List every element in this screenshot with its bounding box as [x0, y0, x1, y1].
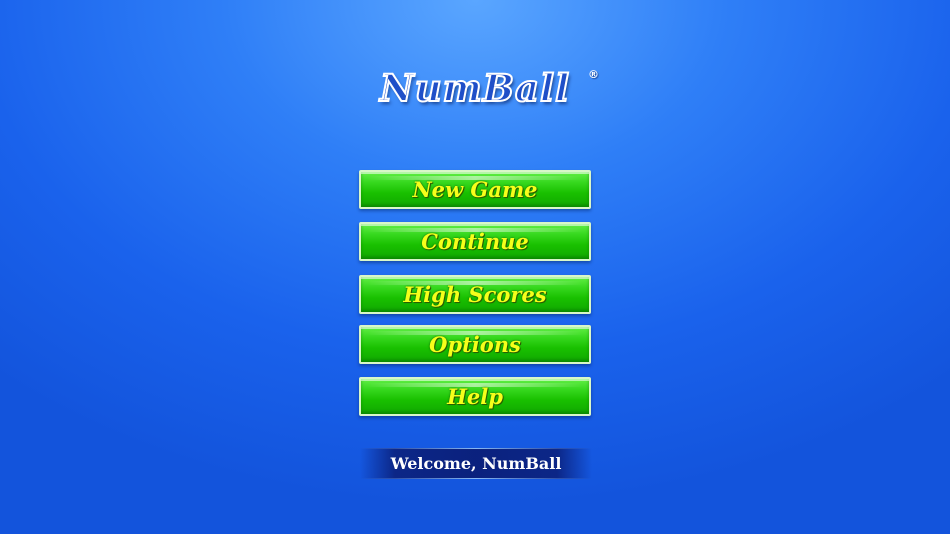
registered-mark: ® [588, 68, 599, 81]
new-game-button[interactable]: New Game [359, 170, 591, 209]
options-button[interactable]: Options [359, 325, 591, 364]
options-label: Options [429, 332, 521, 357]
continue-button[interactable]: Continue [359, 222, 591, 261]
game-title: NumBall [379, 65, 571, 111]
high-scores-button[interactable]: High Scores [359, 275, 591, 314]
help-label: Help [447, 384, 503, 409]
help-button[interactable]: Help [359, 377, 591, 416]
welcome-banner: Welcome, NumBall [360, 448, 592, 479]
welcome-message: Welcome, NumBall [390, 454, 562, 473]
game-logo: NumBall ® [345, 62, 605, 114]
new-game-label: New Game [412, 177, 538, 202]
high-scores-label: High Scores [403, 282, 547, 307]
continue-label: Continue [421, 229, 529, 254]
